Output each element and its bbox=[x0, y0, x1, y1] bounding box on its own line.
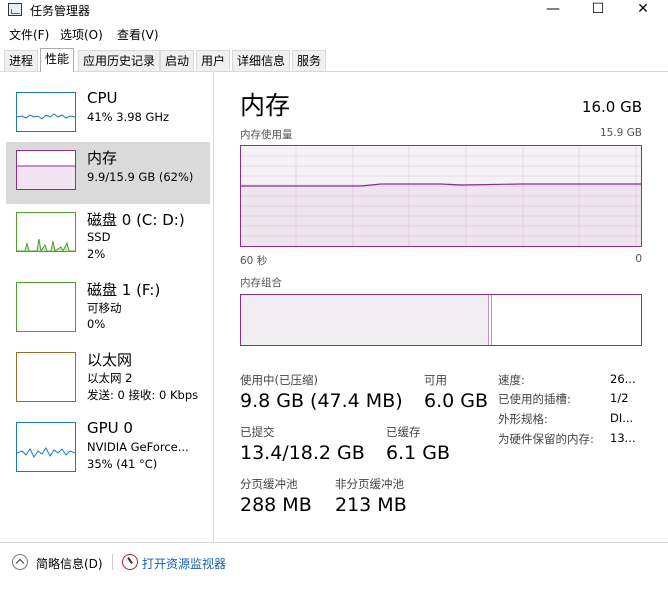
usage-graph-max: 15.9 GB bbox=[599, 127, 642, 139]
memory-composition-graph bbox=[240, 294, 642, 346]
memory-usage-graph-svg bbox=[241, 146, 641, 246]
prop-form-factor-value: DI... bbox=[610, 411, 634, 425]
prop-hw-reserved-value: 13... bbox=[610, 431, 636, 445]
tab-users[interactable]: 用户 bbox=[196, 50, 231, 71]
resource-disk-0-type: SSD bbox=[87, 230, 111, 244]
menu-bar: 文件(F) 选项(O) 查看(V) bbox=[0, 24, 668, 44]
resource-list: CPU 41% 3.98 GHz 内存 9.9/15.9 GB (62%) 磁盘… bbox=[0, 72, 214, 542]
resource-disk-0-usage: 2% bbox=[87, 247, 106, 261]
resource-gpu-usage: 35% (41 °C) bbox=[87, 457, 158, 471]
tab-startup[interactable]: 启动 bbox=[160, 50, 195, 71]
composition-in-use bbox=[241, 295, 489, 345]
menu-view[interactable]: 查看(V) bbox=[117, 26, 159, 43]
resource-cpu-usage: 41% 3.98 GHz bbox=[87, 110, 170, 124]
resource-gpu-name: GPU 0 bbox=[87, 419, 133, 437]
tab-bar: 进程 性能 应用历史记录 启动 用户 详细信息 服务 bbox=[0, 48, 668, 72]
disk-1-thumbnail-graph bbox=[16, 282, 76, 332]
window-title: 任务管理器 bbox=[30, 4, 91, 18]
nonpaged-pool-label: 非分页缓冲池 bbox=[335, 477, 404, 491]
available-label: 可用 bbox=[424, 373, 447, 387]
resource-monitor-icon bbox=[122, 554, 138, 570]
memory-usage-graph bbox=[240, 145, 642, 247]
prop-hw-reserved-label: 为硬件保留的内存: bbox=[498, 432, 594, 446]
page-title: 内存 bbox=[240, 91, 291, 120]
resource-disk-1-name: 磁盘 1 (F:) bbox=[87, 281, 161, 299]
memory-thumbnail-graph bbox=[16, 150, 76, 190]
usage-area bbox=[241, 184, 641, 246]
resource-cpu[interactable]: CPU 41% 3.98 GHz bbox=[6, 84, 210, 146]
paged-pool-label: 分页缓冲池 bbox=[240, 477, 298, 491]
resource-disk-0[interactable]: 磁盘 0 (C: D:) SSD 2% bbox=[6, 204, 210, 266]
resource-ethernet-name: 以太网 bbox=[87, 351, 133, 369]
fewer-details-button[interactable]: 简略信息(D) bbox=[36, 555, 103, 572]
resource-memory[interactable]: 内存 9.9/15.9 GB (62%) bbox=[6, 142, 210, 204]
resource-memory-name: 内存 bbox=[87, 149, 118, 167]
usage-graph-label: 内存使用量 bbox=[240, 129, 293, 141]
task-manager-app-icon bbox=[8, 3, 22, 16]
cpu-thumbnail-graph bbox=[16, 92, 76, 132]
cached-label: 已缓存 bbox=[386, 425, 421, 439]
resource-disk-1[interactable]: 磁盘 1 (F:) 可移动 0% bbox=[6, 274, 210, 336]
chevron-up-icon[interactable] bbox=[12, 554, 28, 570]
nonpaged-pool-value: 213 MB bbox=[335, 494, 407, 516]
resource-disk-1-type: 可移动 bbox=[87, 301, 122, 315]
menu-file[interactable]: 文件(F) bbox=[9, 26, 49, 43]
disk-0-thumbnail-graph bbox=[16, 212, 76, 252]
prop-slots-label: 已使用的插槽: bbox=[498, 392, 571, 406]
prop-slots-value: 1/2 bbox=[610, 391, 629, 405]
prop-speed-label: 速度: bbox=[498, 373, 525, 387]
prop-speed-value: 26... bbox=[610, 372, 636, 386]
axis-time-right: 0 bbox=[635, 253, 642, 265]
tab-performance[interactable]: 性能 bbox=[40, 48, 75, 72]
committed-label: 已提交 bbox=[240, 425, 275, 439]
resource-ethernet[interactable]: 以太网 以太网 2 发送: 0 接收: 0 Kbps bbox=[6, 344, 210, 406]
in-use-label: 使用中(已压缩) bbox=[240, 373, 318, 387]
tab-app-history[interactable]: 应用历史记录 bbox=[78, 50, 161, 71]
close-button[interactable]: ✕ bbox=[620, 0, 666, 20]
ethernet-thumbnail-graph bbox=[16, 352, 76, 402]
open-resource-monitor-link[interactable]: 打开资源监视器 bbox=[142, 555, 226, 572]
committed-value: 13.4/18.2 GB bbox=[240, 442, 365, 464]
in-use-value: 9.8 GB (47.4 MB) bbox=[240, 390, 403, 412]
gpu-thumbnail-graph bbox=[16, 422, 76, 472]
tab-details[interactable]: 详细信息 bbox=[232, 50, 291, 71]
resource-gpu-model: NVIDIA GeForce... bbox=[87, 440, 189, 454]
footer-separator bbox=[112, 554, 113, 570]
menu-options[interactable]: 选项(O) bbox=[60, 26, 103, 43]
resource-disk-0-name: 磁盘 0 (C: D:) bbox=[87, 211, 185, 229]
resource-disk-1-usage: 0% bbox=[87, 317, 106, 331]
resource-gpu[interactable]: GPU 0 NVIDIA GeForce... 35% (41 °C) bbox=[6, 414, 210, 476]
resource-memory-usage: 9.9/15.9 GB (62%) bbox=[87, 170, 194, 184]
axis-time-left: 60 秒 bbox=[240, 255, 268, 267]
resource-ethernet-throughput: 发送: 0 接收: 0 Kbps bbox=[87, 388, 199, 402]
minimize-button[interactable]: — bbox=[530, 0, 576, 20]
maximize-button[interactable]: ☐ bbox=[575, 0, 621, 20]
total-memory: 16.0 GB bbox=[581, 98, 642, 116]
tab-processes[interactable]: 进程 bbox=[4, 50, 39, 71]
composition-graph-label: 内存组合 bbox=[240, 277, 282, 289]
paged-pool-value: 288 MB bbox=[240, 494, 312, 516]
composition-modified bbox=[489, 295, 492, 345]
tab-services[interactable]: 服务 bbox=[292, 50, 327, 71]
cached-value: 6.1 GB bbox=[386, 442, 451, 464]
resource-cpu-name: CPU bbox=[87, 89, 118, 107]
prop-form-factor-label: 外形规格: bbox=[498, 412, 548, 426]
available-value: 6.0 GB bbox=[424, 390, 489, 412]
resource-ethernet-adapter: 以太网 2 bbox=[87, 371, 133, 385]
